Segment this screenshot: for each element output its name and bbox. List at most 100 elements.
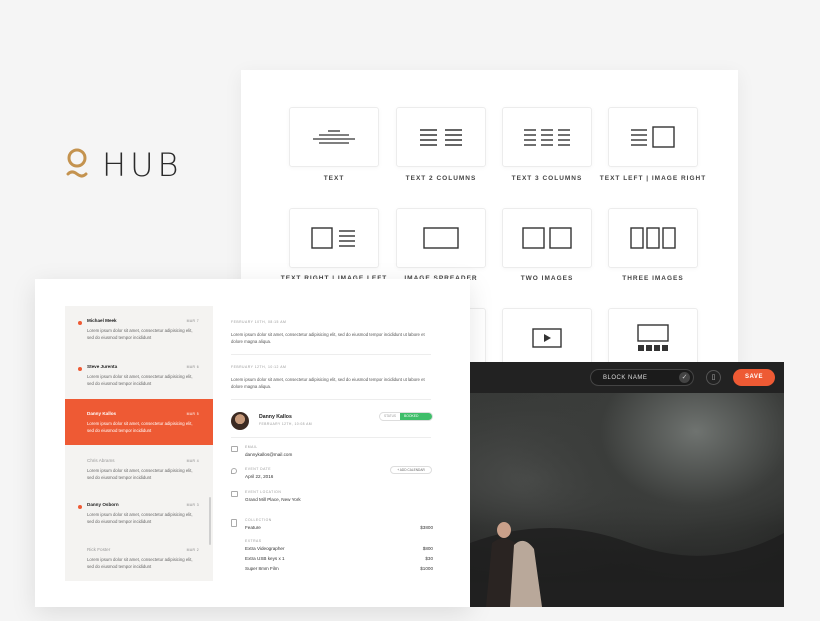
message-date: FEBRUARY 12TH, 10:12 AM xyxy=(231,365,287,369)
collection-label: COLLECTION xyxy=(245,518,272,522)
tile-three-images[interactable] xyxy=(608,208,698,268)
image-left-text-right-icon xyxy=(311,227,355,249)
event-date-value: April 22, 2016 xyxy=(245,474,274,479)
item-date: MAR 4 xyxy=(186,459,199,463)
tile-video[interactable] xyxy=(502,308,592,368)
item-date: MAR 7 xyxy=(186,319,199,323)
add-calendar-button[interactable]: + ADD CALENDAR xyxy=(390,466,432,474)
email-field: EMAIL dannykallos@mail.com xyxy=(245,445,292,457)
check-icon[interactable]: ✓ xyxy=(679,372,690,383)
tile-label: TWO IMAGES xyxy=(520,275,574,282)
item-preview: Lorem ipsum dolor sit amet, consectetur … xyxy=(87,328,193,340)
couple-photo-figure xyxy=(470,522,784,607)
block-name-input[interactable]: BLOCK NAME ✓ xyxy=(590,369,694,386)
list-item[interactable]: Rick Foster MAR 2 Lorem ipsum dolor sit … xyxy=(65,535,213,581)
location-value: Grand Mill Place, New York xyxy=(245,497,301,502)
email-icon xyxy=(231,446,238,452)
tile-label: TEXT LEFT | IMAGE RIGHT xyxy=(599,175,707,182)
editor-toolbar: BLOCK NAME ✓ ▯ SAVE xyxy=(470,362,784,393)
extras-label: EXTRAS xyxy=(245,539,262,543)
extra-name: Extra Videographer xyxy=(245,546,285,551)
avatar xyxy=(231,412,249,430)
item-preview: Lorem ipsum dolor sit amet, consectetur … xyxy=(87,374,193,386)
block-name-placeholder: BLOCK NAME xyxy=(603,375,648,381)
block-editor-panel: BLOCK NAME ✓ ▯ SAVE xyxy=(470,362,784,607)
image-spreader-icon xyxy=(423,227,459,249)
list-item[interactable]: Danny Osborn MAR 3 Lorem ipsum dolor sit… xyxy=(65,490,213,536)
extra-price: $30 xyxy=(425,556,433,561)
list-item[interactable]: Steve Jurenta MAR 6 Lorem ipsum dolor si… xyxy=(65,352,213,398)
location-pin-icon xyxy=(231,468,237,474)
block-image xyxy=(470,393,784,607)
gallery-block-icon xyxy=(637,324,669,351)
list-scrollbar[interactable] xyxy=(209,497,211,545)
tile-label: TEXT xyxy=(323,175,345,182)
tile-label: TEXT 3 COLUMNS xyxy=(511,175,583,182)
email-value: dannykallos@mail.com xyxy=(245,452,293,457)
item-date: MAR 5 xyxy=(186,412,199,416)
unread-dot xyxy=(78,367,82,371)
message-text: Lorem ipsum dolor sit amet, consectetur … xyxy=(231,332,425,344)
extra-price: $800 xyxy=(422,546,433,551)
list-item[interactable]: Chris Abrams MAR 4 Lorem ipsum dolor sit… xyxy=(65,446,213,492)
tile-image-spreader[interactable] xyxy=(396,208,486,268)
tile-text-2-columns[interactable] xyxy=(396,107,486,167)
item-preview: Lorem ipsum dolor sit amet, consectetur … xyxy=(87,421,193,433)
collection-price: $3800 xyxy=(420,525,433,530)
item-preview: Lorem ipsum dolor sit amet, consectetur … xyxy=(87,512,193,524)
tile-label: TEXT 2 COLUMNS xyxy=(405,175,477,182)
tile-two-images[interactable] xyxy=(502,208,592,268)
unread-dot xyxy=(78,321,82,325)
list-item-selected[interactable]: Danny Kallos MAR 5 Lorem ipsum dolor sit… xyxy=(65,399,213,445)
item-date: MAR 2 xyxy=(186,548,199,552)
save-button[interactable]: SAVE xyxy=(733,369,775,386)
email-label: EMAIL xyxy=(245,445,258,449)
status-value: BOOKED xyxy=(400,413,432,420)
status-dropdown[interactable]: STATUS BOOKED xyxy=(379,412,433,421)
hub-logo-icon xyxy=(66,148,88,178)
two-columns-icon xyxy=(420,129,462,146)
two-images-icon xyxy=(522,227,572,249)
three-images-icon xyxy=(630,227,676,249)
collection-name: Feature xyxy=(245,525,261,530)
trash-icon[interactable]: ▯ xyxy=(706,370,721,385)
item-date: MAR 6 xyxy=(186,365,199,369)
extra-name: Super 8mm Film xyxy=(245,566,279,571)
tile-label: THREE IMAGES xyxy=(622,275,684,282)
tile-text-left-image-right[interactable] xyxy=(608,107,698,167)
location-field: EVENT LOCATION Grand Mill Place, New Yor… xyxy=(245,490,301,502)
extra-row: Super 8mm Film $1000 xyxy=(245,566,433,571)
divider xyxy=(231,437,431,438)
contact-name: Danny Kallos xyxy=(259,414,292,420)
event-date-label: EVENT DATE xyxy=(245,467,271,471)
unread-dot xyxy=(78,505,82,509)
extra-name: Extra USB keys xyxy=(245,556,278,561)
item-preview: Lorem ipsum dolor sit amet, consectetur … xyxy=(87,468,193,480)
item-date: MAR 3 xyxy=(186,503,199,507)
extra-row: Extra Videographer $800 xyxy=(245,546,433,551)
message-date: FEBRUARY 10TH, 08:15 AM xyxy=(231,320,287,324)
collection-field: COLLECTION Feature $3800 EXTRAS Extra Vi… xyxy=(245,518,433,571)
hub-logo: HUB xyxy=(66,146,182,184)
tile-text-3-columns[interactable] xyxy=(502,107,592,167)
message: FEBRUARY 12TH, 10:12 AM Lorem ipsum dolo… xyxy=(231,365,431,390)
inquiry-list: Michael Meek MAR 7 Lorem ipsum dolor sit… xyxy=(65,306,213,581)
tile-text[interactable] xyxy=(289,107,379,167)
event-date-field: EVENT DATE April 22, 2016 xyxy=(245,467,273,479)
status-label: STATUS xyxy=(383,414,397,418)
location-label: EVENT LOCATION xyxy=(245,490,282,494)
item-preview: Lorem ipsum dolor sit amet, consectetur … xyxy=(87,557,193,569)
list-item[interactable]: Michael Meek MAR 7 Lorem ipsum dolor sit… xyxy=(65,306,213,352)
three-columns-icon xyxy=(524,129,570,146)
contact-subtitle: FEBRUARY 12TH, 10:08 AM xyxy=(259,422,312,426)
extra-row: Extra USB keys x 1 $30 xyxy=(245,556,433,561)
tile-text-right-image-left[interactable] xyxy=(289,208,379,268)
text-left-image-right-icon xyxy=(631,126,675,148)
divider xyxy=(231,399,431,400)
extra-qty[interactable]: x 1 xyxy=(278,556,284,561)
divider xyxy=(231,354,431,355)
message-text: Lorem ipsum dolor sit amet, consectetur … xyxy=(231,377,425,389)
logo-text: HUB xyxy=(102,146,183,184)
extra-price: $1000 xyxy=(420,566,433,571)
tile-gallery[interactable] xyxy=(608,308,698,368)
